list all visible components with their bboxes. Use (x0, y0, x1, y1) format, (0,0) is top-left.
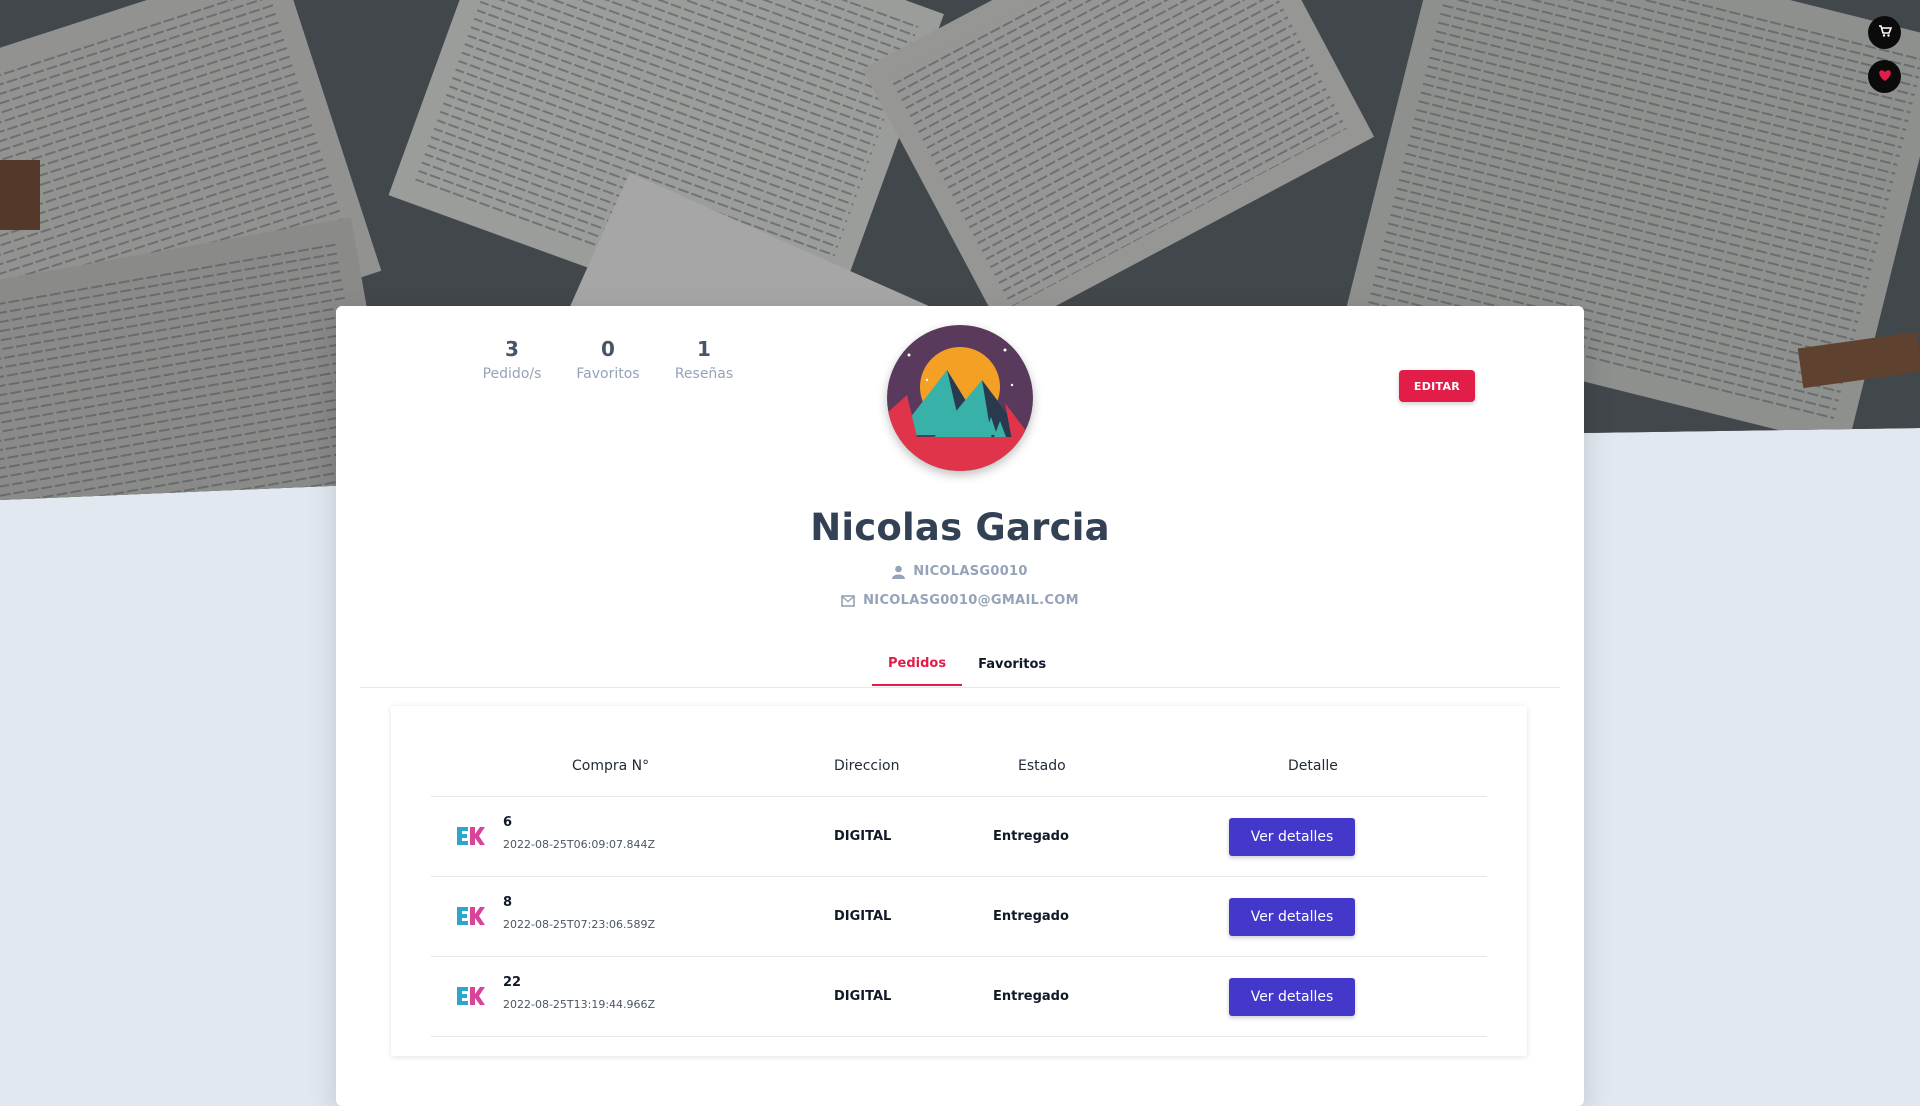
order-number: 6 (503, 815, 513, 830)
tab-favoritos[interactable]: Favoritos (962, 642, 1062, 686)
table-row: 22 2022-08-25T13:19:44.966Z DIGITAL Entr… (431, 956, 1487, 1037)
stat-label: Reseñas (674, 366, 734, 382)
stat-value: 1 (697, 337, 711, 361)
order-date: 2022-08-25T06:09:07.844Z (503, 838, 656, 851)
favorites-button[interactable] (1868, 60, 1901, 93)
order-number: 8 (503, 895, 513, 910)
view-details-button[interactable]: Ver detalles (1229, 978, 1355, 1016)
column-header-estado: Estado (1018, 758, 1066, 774)
stat-value: 3 (505, 337, 519, 361)
table-row: 6 2022-08-25T06:09:07.844Z DIGITAL Entre… (431, 796, 1487, 877)
cart-icon (1878, 23, 1892, 42)
profile-name: Nicolas Garcia (810, 506, 1110, 549)
email-line: NICOLASG0010@GMAIL.COM (336, 593, 1584, 608)
tabs-divider (360, 686, 1560, 688)
order-date: 2022-08-25T07:23:06.589Z (503, 918, 656, 931)
mountain-avatar-image (887, 325, 1033, 471)
stat-orders: 3 Pedido/s (464, 336, 560, 382)
edit-profile-button[interactable]: EDITAR (1399, 370, 1475, 402)
user-icon (892, 565, 906, 579)
store-logo-icon (455, 905, 485, 931)
table-bottom-divider (431, 1036, 1487, 1037)
stat-favorites: 0 Favoritos (560, 336, 656, 382)
order-date: 2022-08-25T13:19:44.966Z (503, 998, 656, 1011)
order-address: DIGITAL (834, 909, 892, 924)
orders-panel: Compra N° Direccion Estado Detalle 6 202… (391, 706, 1527, 1056)
stat-label: Favoritos (576, 366, 640, 382)
order-status: Entregado (993, 829, 1069, 844)
envelope-icon (841, 594, 855, 607)
email: NICOLASG0010@GMAIL.COM (863, 593, 1079, 608)
stat-value: 0 (601, 337, 615, 361)
store-logo-icon (455, 825, 485, 851)
avatar (887, 325, 1033, 471)
table-row: 8 2022-08-25T07:23:06.589Z DIGITAL Entre… (431, 876, 1487, 957)
username-line: NICOLASG0010 (336, 564, 1584, 579)
heart-icon (1878, 67, 1892, 86)
username: NICOLASG0010 (913, 564, 1028, 579)
column-header-direccion: Direccion (834, 758, 900, 774)
cart-button[interactable] (1868, 16, 1901, 49)
order-status: Entregado (993, 909, 1069, 924)
order-address: DIGITAL (834, 989, 892, 1004)
stat-reviews: 1 Reseñas (656, 336, 752, 382)
profile-card: 3 Pedido/s 0 Favoritos 1 Reseñas EDITAR … (336, 306, 1584, 1106)
profile-stats: 3 Pedido/s 0 Favoritos 1 Reseñas (464, 336, 752, 382)
tab-pedidos[interactable]: Pedidos (872, 642, 963, 686)
order-address: DIGITAL (834, 829, 892, 844)
order-number: 22 (503, 975, 522, 990)
column-header-detalle: Detalle (1288, 758, 1338, 774)
stat-label: Pedido/s (482, 366, 542, 382)
view-details-button[interactable]: Ver detalles (1229, 898, 1355, 936)
view-details-button[interactable]: Ver detalles (1229, 818, 1355, 856)
column-header-compra: Compra N° (572, 758, 650, 774)
profile-tabs: Pedidos Favoritos (872, 642, 1062, 686)
store-logo-icon (455, 985, 485, 1011)
order-status: Entregado (993, 989, 1069, 1004)
